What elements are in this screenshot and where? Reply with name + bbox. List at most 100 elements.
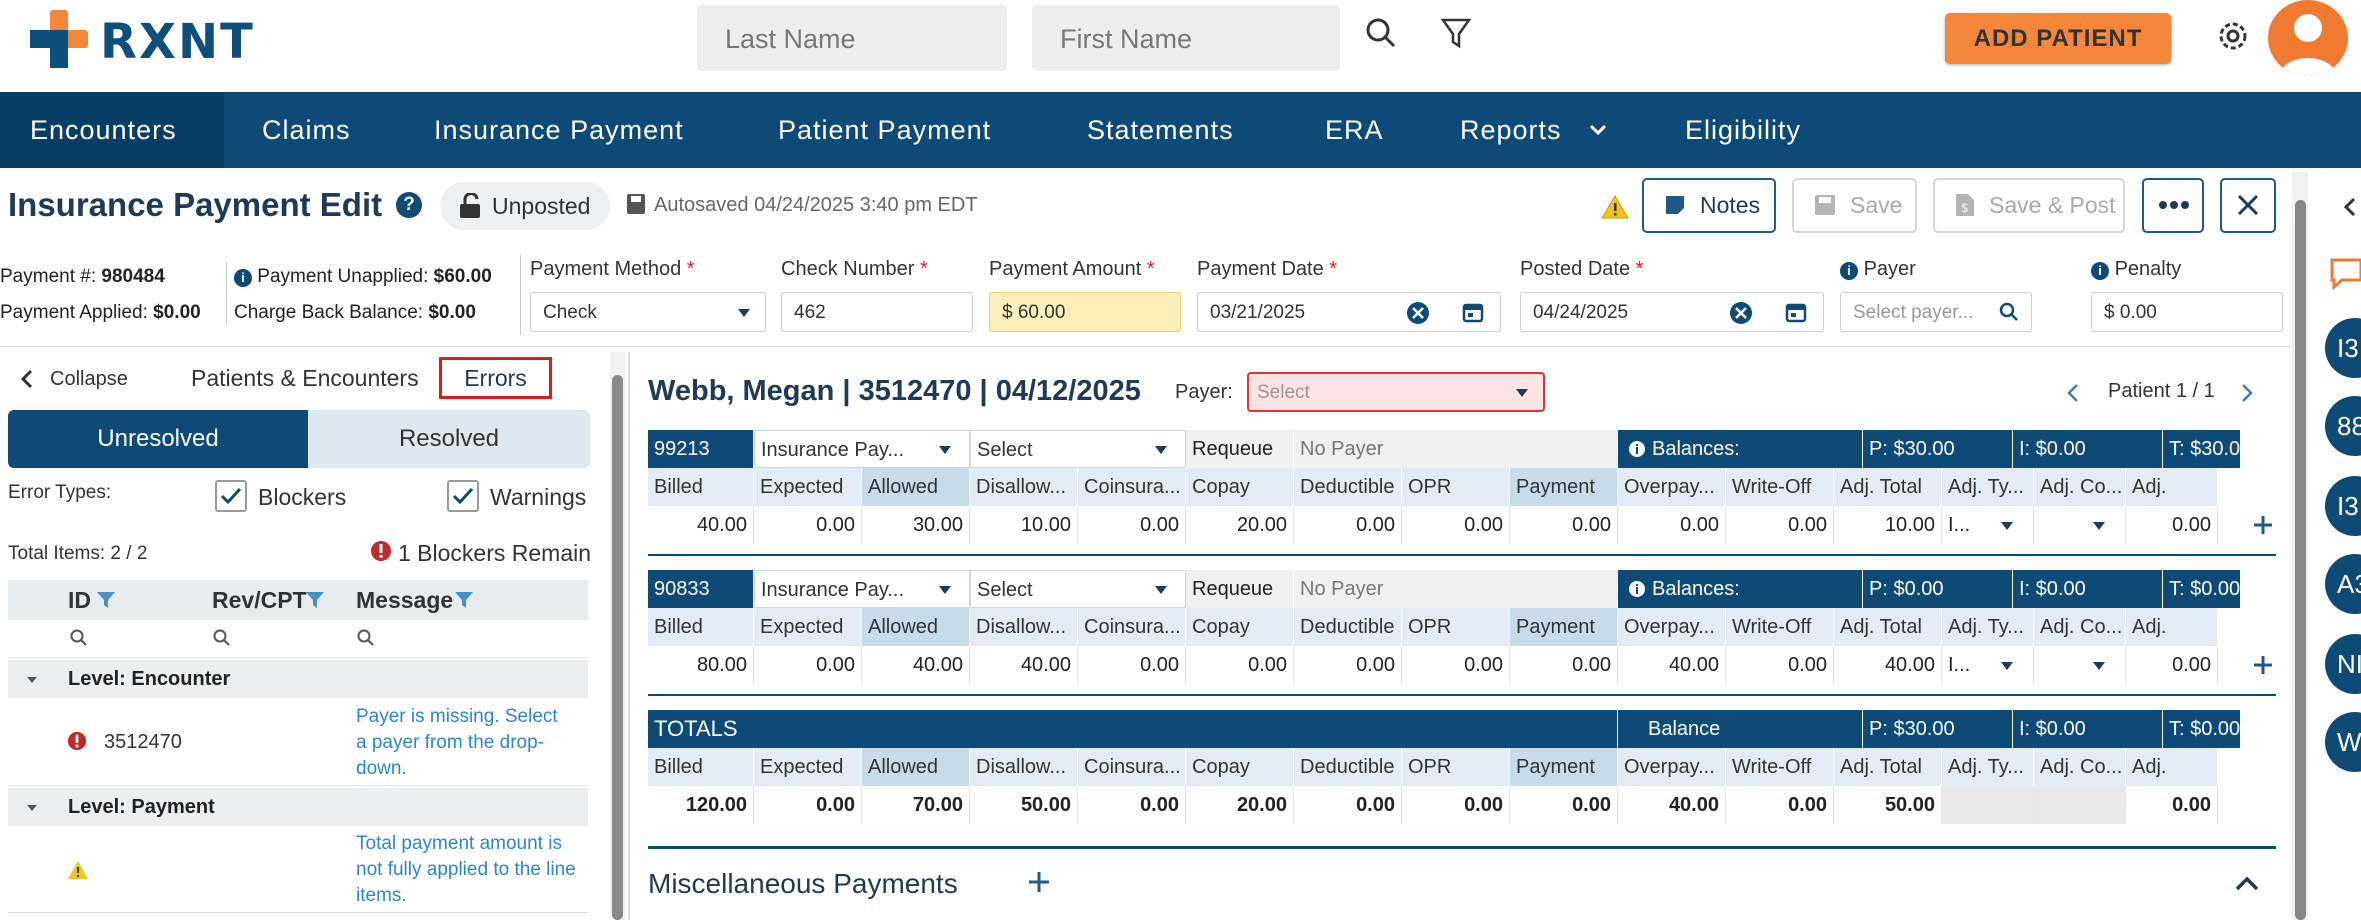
value-cell[interactable]: 0.00 — [1402, 506, 1510, 544]
group-level-payment[interactable]: Level: Payment — [8, 788, 588, 826]
payment-date-input[interactable]: 03/21/2025 — [1197, 292, 1501, 332]
last-name-input[interactable]: Last Name — [697, 5, 1007, 71]
more-options-button[interactable] — [2142, 178, 2204, 233]
value-cell[interactable]: 0.00 — [754, 786, 862, 824]
value-cell[interactable]: 0.00 — [1510, 506, 1618, 544]
close-button[interactable] — [2220, 178, 2276, 233]
tab-patients-encounters[interactable]: Patients & Encounters — [191, 365, 419, 392]
nav-era[interactable]: ERA — [1325, 92, 1384, 168]
value-cell[interactable]: 0.00 — [1726, 506, 1834, 544]
info-icon[interactable] — [1628, 580, 1646, 598]
value-cell[interactable]: 0.00 — [1402, 786, 1510, 824]
value-cell[interactable]: 10.00 — [970, 506, 1078, 544]
value-cell[interactable]: 0.00 — [2126, 786, 2218, 824]
search-icon[interactable] — [213, 629, 231, 647]
caret-down-icon[interactable] — [2000, 661, 2014, 671]
add-patient-button[interactable]: ADD PATIENT — [1945, 13, 2171, 64]
caret-down-icon[interactable] — [2092, 521, 2106, 531]
filter-icon[interactable] — [1437, 14, 1477, 54]
value-cell[interactable]: 40.00 — [1618, 786, 1726, 824]
value-cell[interactable]: 0.00 — [1726, 786, 1834, 824]
value-cell[interactable]: 0.00 — [1726, 646, 1834, 684]
encounter-error-message[interactable]: Payer is missing. Select a payer from th… — [356, 704, 572, 782]
info-icon[interactable]: i — [2091, 262, 2109, 280]
plus-icon[interactable] — [2252, 514, 2274, 536]
left-scroll-thumb[interactable] — [612, 375, 623, 920]
patient-payer-select[interactable]: Select — [1247, 372, 1545, 412]
value-cell[interactable]: 80.00 — [648, 646, 754, 684]
value-cell[interactable]: 50.00 — [1834, 786, 1942, 824]
nav-claims[interactable]: Claims — [262, 92, 351, 168]
value-cell[interactable]: 50.00 — [970, 786, 1078, 824]
value-cell[interactable]: 0.00 — [1078, 786, 1186, 824]
value-cell[interactable]: 0.00 — [1294, 646, 1402, 684]
info-icon[interactable]: i — [1840, 262, 1858, 280]
user-avatar[interactable] — [2268, 0, 2348, 76]
value-cell[interactable]: 0.00 — [754, 506, 862, 544]
chevron-down-icon[interactable] — [1588, 122, 1608, 138]
value-cell[interactable]: 0.00 — [2126, 506, 2218, 544]
value-cell[interactable]: 40.00 — [1618, 646, 1726, 684]
caret-down-icon[interactable] — [1154, 585, 1168, 595]
search-icon[interactable] — [357, 629, 375, 647]
value-cell[interactable]: 0.00 — [1510, 786, 1618, 824]
nav-eligibility[interactable]: Eligibility — [1685, 92, 1801, 168]
value-cell[interactable]: 0.00 — [1402, 646, 1510, 684]
nav-statements[interactable]: Statements — [1087, 92, 1234, 168]
first-name-input[interactable]: First Name — [1032, 5, 1340, 71]
payment-amount-input[interactable]: $ 60.00 — [989, 292, 1181, 332]
save-post-button[interactable]: $ Save & Post — [1933, 178, 2125, 233]
search-icon[interactable] — [70, 629, 88, 647]
penalty-input[interactable]: $ 0.00 — [2091, 292, 2283, 332]
caret-down-icon[interactable] — [938, 445, 952, 455]
info-icon[interactable]: i — [234, 269, 252, 287]
value-cell[interactable]: 0.00 — [1078, 646, 1186, 684]
chevron-right-icon[interactable] — [2240, 382, 2254, 404]
payment-warning-message[interactable]: Total payment amount is not fully applie… — [356, 831, 582, 909]
value-cell[interactable]: 10.00 — [1834, 506, 1942, 544]
nav-encounters[interactable]: Encounters — [0, 92, 224, 168]
chevron-left-icon[interactable] — [2343, 196, 2357, 218]
caret-down-icon[interactable] — [938, 585, 952, 595]
clear-icon[interactable] — [1729, 301, 1753, 325]
calendar-icon[interactable] — [1785, 301, 1807, 323]
collapse-button[interactable]: Collapse — [50, 368, 128, 391]
chevron-left-icon[interactable] — [2066, 382, 2080, 404]
filter-icon[interactable] — [454, 591, 474, 609]
unresolved-toggle[interactable]: Unresolved — [8, 410, 308, 468]
value-cell[interactable]: 40.00 — [862, 646, 970, 684]
nav-reports[interactable]: Reports — [1460, 92, 1562, 168]
value-cell[interactable]: 40.00 — [648, 506, 754, 544]
payer-search-input[interactable]: Select payer... — [1840, 292, 2032, 332]
main-scroll-thumb[interactable] — [2295, 200, 2306, 920]
caret-down-icon[interactable] — [26, 804, 38, 812]
value-cell[interactable]: 0.00 — [1618, 506, 1726, 544]
plus-icon[interactable] — [2252, 654, 2274, 676]
payment-method-select[interactable]: Check — [530, 292, 766, 332]
chat-icon[interactable] — [2328, 256, 2361, 290]
caret-down-icon[interactable] — [2092, 661, 2106, 671]
value-cell[interactable]: 0.00 — [1186, 646, 1294, 684]
value-cell[interactable]: 0.00 — [2126, 646, 2218, 684]
blockers-checkbox[interactable] — [215, 480, 247, 512]
nav-insurance-payment[interactable]: Insurance Payment — [434, 92, 684, 168]
value-cell[interactable]: 0.00 — [1078, 506, 1186, 544]
filter-icon[interactable] — [96, 591, 116, 609]
caret-down-icon[interactable] — [2000, 521, 2014, 531]
plus-icon[interactable] — [1027, 870, 1051, 894]
search-icon[interactable] — [1362, 14, 1402, 54]
info-icon[interactable] — [1628, 440, 1646, 458]
caret-down-icon[interactable] — [26, 676, 38, 684]
col-rev-cpt[interactable]: Rev/CPT — [212, 587, 307, 614]
chevron-left-icon[interactable] — [20, 368, 34, 390]
resolved-toggle[interactable]: Resolved — [308, 410, 590, 468]
value-cell[interactable]: 0.00 — [754, 646, 862, 684]
value-cell[interactable]: 70.00 — [862, 786, 970, 824]
value-cell[interactable]: 0.00 — [1294, 786, 1402, 824]
group-level-encounter[interactable]: Level: Encounter — [8, 660, 588, 698]
gear-icon[interactable] — [2213, 16, 2253, 56]
clear-icon[interactable] — [1406, 301, 1430, 325]
col-id[interactable]: ID — [68, 587, 91, 614]
notes-button[interactable]: Notes — [1642, 178, 1776, 233]
value-cell[interactable]: 30.00 — [862, 506, 970, 544]
